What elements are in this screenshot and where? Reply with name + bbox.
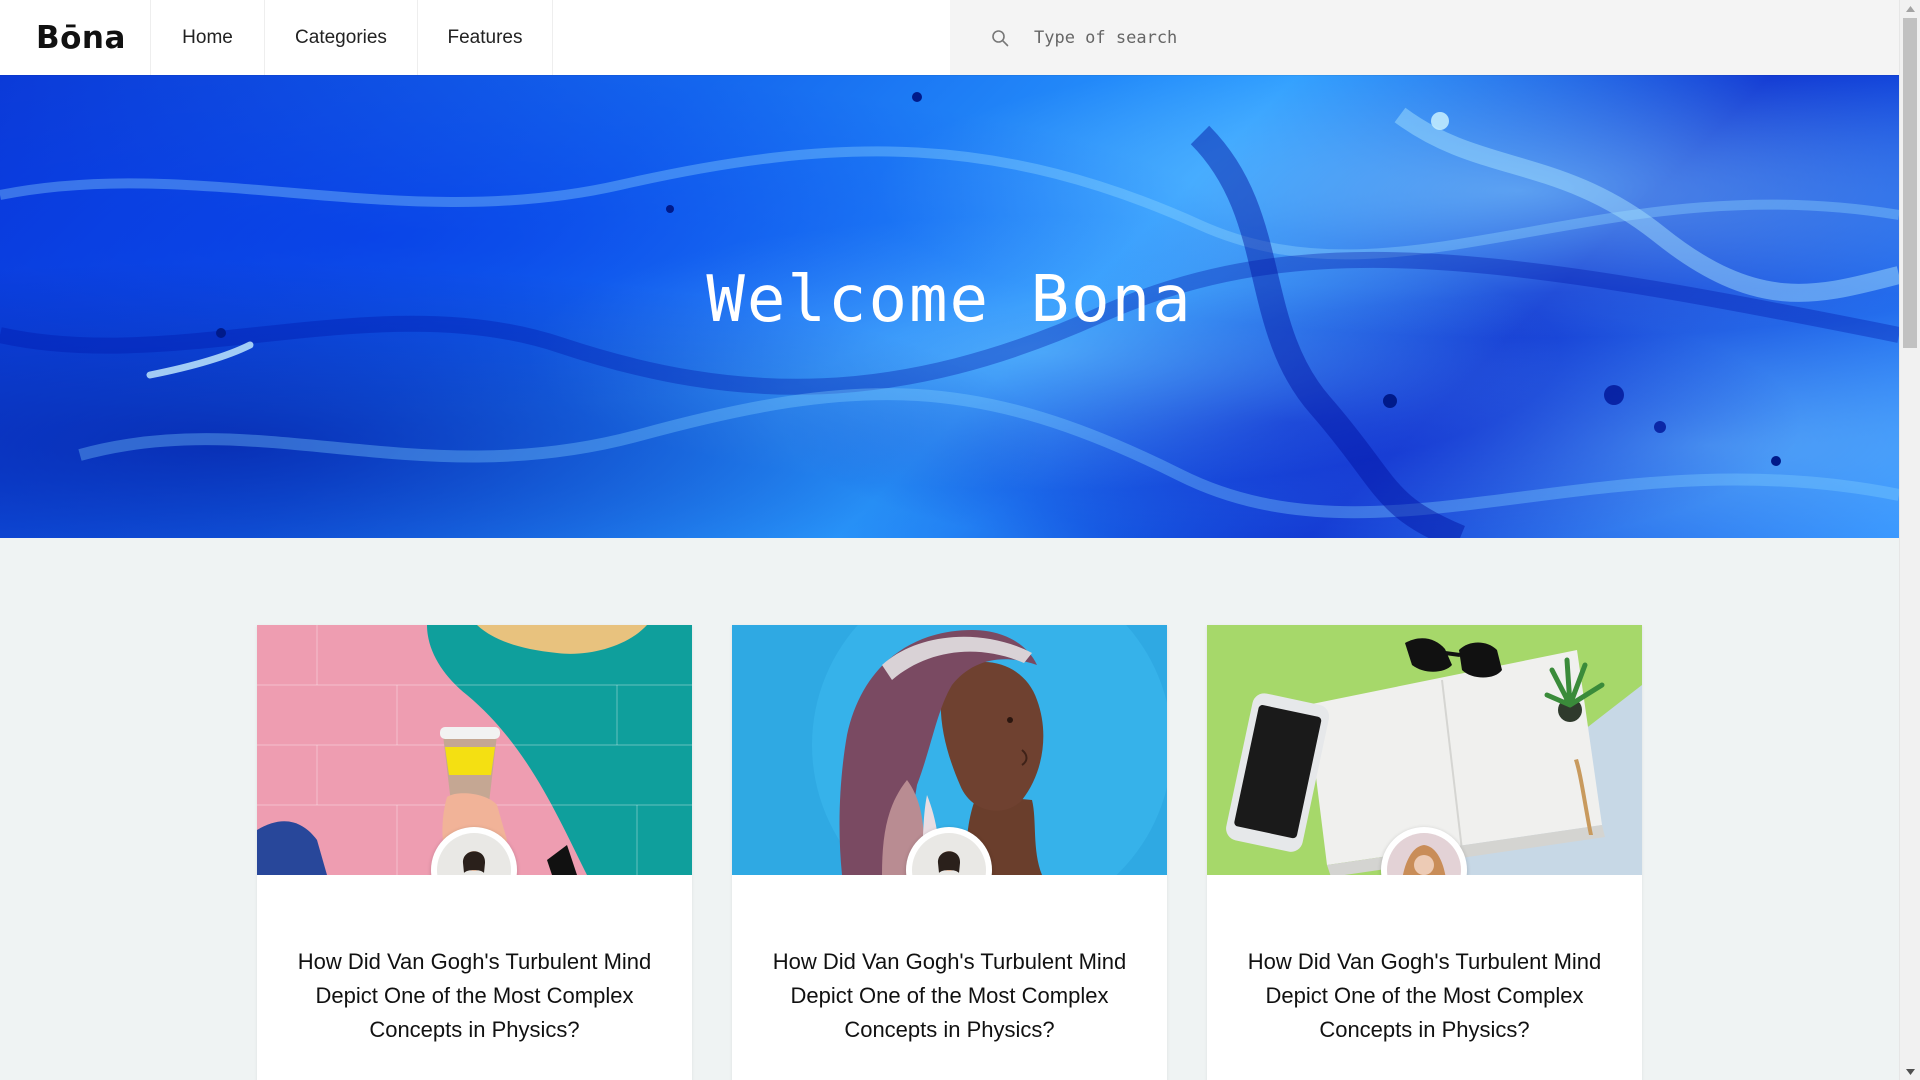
post-title[interactable]: How Did Van Gogh's Turbulent Mind Depict… [287,945,662,1047]
nav-features[interactable]: Features [418,0,553,75]
scroll-down-arrow-icon[interactable] [1900,1063,1920,1080]
avatar-woman-curly-hair [1387,833,1461,875]
post-card[interactable]: How Did Van Gogh's Turbulent Mind Depict… [1207,625,1642,1080]
hero-banner: Welcome Bona [0,75,1899,538]
post-image-coffee-cup[interactable] [257,625,692,875]
avatar-woman-holding-red-object [912,833,986,875]
post-title[interactable]: How Did Van Gogh's Turbulent Mind Depict… [1237,945,1612,1047]
nav-home[interactable]: Home [151,0,265,75]
search-input[interactable] [1032,16,1736,59]
page: Bōna Home Categories Features Type of se… [0,0,1920,1080]
post-card[interactable]: How Did Van Gogh's Turbulent Mind Depict… [732,625,1167,1080]
site-logo[interactable]: Bōna [36,20,126,56]
post-image-phone-notebook[interactable] [1207,625,1642,875]
search-bar [950,0,1899,75]
scroll-thumb[interactable] [1903,18,1917,348]
post-card[interactable]: How Did Van Gogh's Turbulent Mind Depict… [257,625,692,1080]
search-icon[interactable] [990,28,1010,48]
scroll-up-arrow-icon[interactable] [1900,0,1920,17]
hero-title: Welcome Bona [706,263,1193,337]
post-image-woman-headscarf[interactable] [732,625,1167,875]
avatar-woman-holding-red-object [437,833,511,875]
vertical-scrollbar[interactable] [1899,0,1920,1080]
post-title[interactable]: How Did Van Gogh's Turbulent Mind Depict… [762,945,1137,1047]
top-header: Bōna Home Categories Features [0,0,1899,75]
nav-categories[interactable]: Categories [265,0,418,75]
main-nav: Home Categories Features [150,0,553,75]
